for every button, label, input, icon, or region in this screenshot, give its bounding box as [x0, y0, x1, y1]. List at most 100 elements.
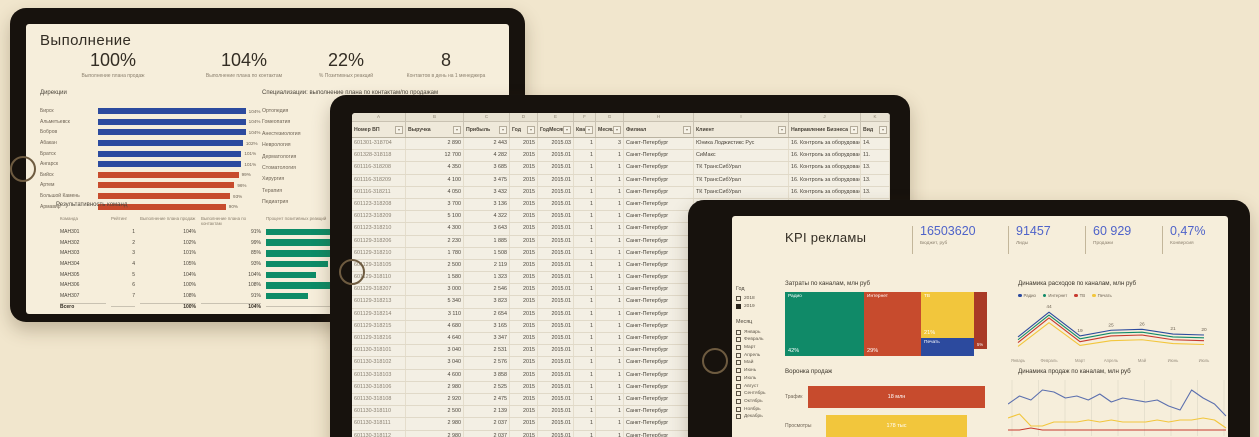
cell[interactable]: 2015.01 [538, 162, 574, 173]
cell[interactable]: 1 [596, 187, 624, 198]
bar[interactable] [266, 272, 316, 279]
legend-item[interactable]: Печать [1092, 293, 1112, 298]
bar[interactable] [98, 151, 241, 157]
cell[interactable]: СиМакс [694, 150, 789, 161]
cell[interactable]: 2015 [510, 162, 538, 173]
cell[interactable]: 2 230 [406, 236, 464, 247]
cell[interactable]: 2015.01 [538, 272, 574, 283]
column-letter[interactable]: A [352, 113, 406, 121]
cell[interactable]: 1 [596, 309, 624, 320]
column-letter[interactable]: B [406, 113, 464, 121]
bar[interactable] [266, 250, 336, 257]
column-header[interactable]: Выручка▾ [406, 122, 464, 137]
month-checkbox[interactable]: Июнь [736, 367, 782, 375]
cell[interactable]: Санкт-Петербург [624, 296, 694, 307]
cell[interactable]: 1 780 [406, 248, 464, 259]
cell[interactable]: 601130-318111 [352, 418, 406, 429]
cell[interactable]: Санкт-Петербург [624, 394, 694, 405]
cell[interactable]: 2015 [510, 199, 538, 210]
column-header[interactable]: Месяц▾ [596, 122, 624, 137]
cell[interactable]: 3 165 [464, 321, 510, 332]
funnel-bar[interactable]: 18 млн [808, 386, 985, 408]
cell[interactable]: 1 [596, 284, 624, 295]
cell[interactable]: 1 [596, 370, 624, 381]
checkbox[interactable] [736, 376, 741, 381]
cell[interactable]: Санкт-Петербург [624, 187, 694, 198]
checkbox[interactable] [736, 414, 741, 419]
cell[interactable]: 601129-318213 [352, 296, 406, 307]
cell[interactable]: 2015.01 [538, 333, 574, 344]
cell[interactable]: Юника Лоджистикс Рус [694, 138, 789, 149]
cell[interactable]: 13. [861, 175, 890, 186]
filter-dropdown-icon[interactable]: ▾ [453, 126, 461, 134]
cell[interactable]: Санкт-Петербург [624, 370, 694, 381]
cell[interactable]: 1 [596, 382, 624, 393]
cell[interactable]: 601328-318118 [352, 150, 406, 161]
cell[interactable]: 1 580 [406, 272, 464, 283]
filter-dropdown-icon[interactable]: ▾ [778, 126, 786, 134]
cell[interactable]: 2015 [510, 150, 538, 161]
cell[interactable]: 12 700 [406, 150, 464, 161]
treemap-block[interactable]: ТВ21% [921, 292, 974, 338]
cell[interactable]: 1 [574, 418, 596, 429]
cell[interactable]: 1 885 [464, 236, 510, 247]
cell[interactable]: 1 [596, 418, 624, 429]
cell[interactable]: 3 347 [464, 333, 510, 344]
series-Радио[interactable] [1008, 390, 1226, 416]
cell[interactable]: 4 680 [406, 321, 464, 332]
month-checkbox[interactable]: Октябрь [736, 398, 782, 406]
filter-dropdown-icon[interactable]: ▾ [499, 126, 507, 134]
column-header[interactable]: Вид▾ [861, 122, 890, 137]
cell[interactable]: 1 [574, 357, 596, 368]
cell[interactable]: 1 [574, 211, 596, 222]
cell[interactable]: 2 500 [406, 260, 464, 271]
cell[interactable]: 1 [574, 162, 596, 173]
cell[interactable]: 4 322 [464, 211, 510, 222]
cell[interactable]: 3 685 [464, 162, 510, 173]
cell[interactable]: 601123-318208 [352, 199, 406, 210]
cell[interactable]: 4 282 [464, 150, 510, 161]
cell[interactable]: 1 [596, 236, 624, 247]
cell[interactable]: 2015 [510, 309, 538, 320]
cell[interactable]: 1 [596, 272, 624, 283]
cell[interactable]: 2015.03 [538, 138, 574, 149]
cell[interactable]: 2015 [510, 394, 538, 405]
cell[interactable]: 1 [596, 394, 624, 405]
cell[interactable]: 1 [574, 345, 596, 356]
cell[interactable]: 2015 [510, 431, 538, 437]
cell[interactable]: 601116-318211 [352, 187, 406, 198]
column-header[interactable]: Номер ВП▾ [352, 122, 406, 137]
checkbox[interactable] [736, 296, 741, 301]
checkbox[interactable] [736, 384, 741, 389]
cell[interactable]: 1 [574, 321, 596, 332]
filter-dropdown-icon[interactable]: ▾ [613, 126, 621, 134]
cell[interactable]: 2015.01 [538, 431, 574, 437]
cell[interactable]: 1 [574, 406, 596, 417]
cell[interactable]: 2015.01 [538, 199, 574, 210]
cell[interactable]: 601129-318215 [352, 321, 406, 332]
bar[interactable] [98, 182, 234, 188]
cell[interactable]: 4 350 [406, 162, 464, 173]
column-letter[interactable]: J [789, 113, 861, 121]
cell[interactable]: 1 [574, 394, 596, 405]
cell[interactable]: 601301-318704 [352, 138, 406, 149]
cell[interactable]: 1 508 [464, 248, 510, 259]
cell[interactable]: 2015 [510, 296, 538, 307]
cell[interactable]: 1 [574, 309, 596, 320]
month-checkbox[interactable]: Декабрь [736, 413, 782, 421]
year-checkbox-2018[interactable]: 2018 [736, 295, 782, 303]
home-button[interactable] [10, 156, 36, 182]
cell[interactable]: 601130-318108 [352, 394, 406, 405]
cell[interactable]: 2 654 [464, 309, 510, 320]
cell[interactable]: Санкт-Петербург [624, 236, 694, 247]
checkbox[interactable] [736, 399, 741, 404]
cell[interactable]: 2015.01 [538, 321, 574, 332]
cell[interactable]: 16. Контроль за оборудованием [789, 175, 861, 186]
cell[interactable]: ТК ТрансСибУрал [694, 162, 789, 173]
cell[interactable]: Санкт-Петербург [624, 272, 694, 283]
cell[interactable]: 1 [596, 199, 624, 210]
cell[interactable]: 1 [574, 260, 596, 271]
legend-item[interactable]: ТВ [1074, 293, 1085, 298]
cell[interactable]: 1 [574, 175, 596, 186]
cell[interactable]: 1 [596, 431, 624, 437]
